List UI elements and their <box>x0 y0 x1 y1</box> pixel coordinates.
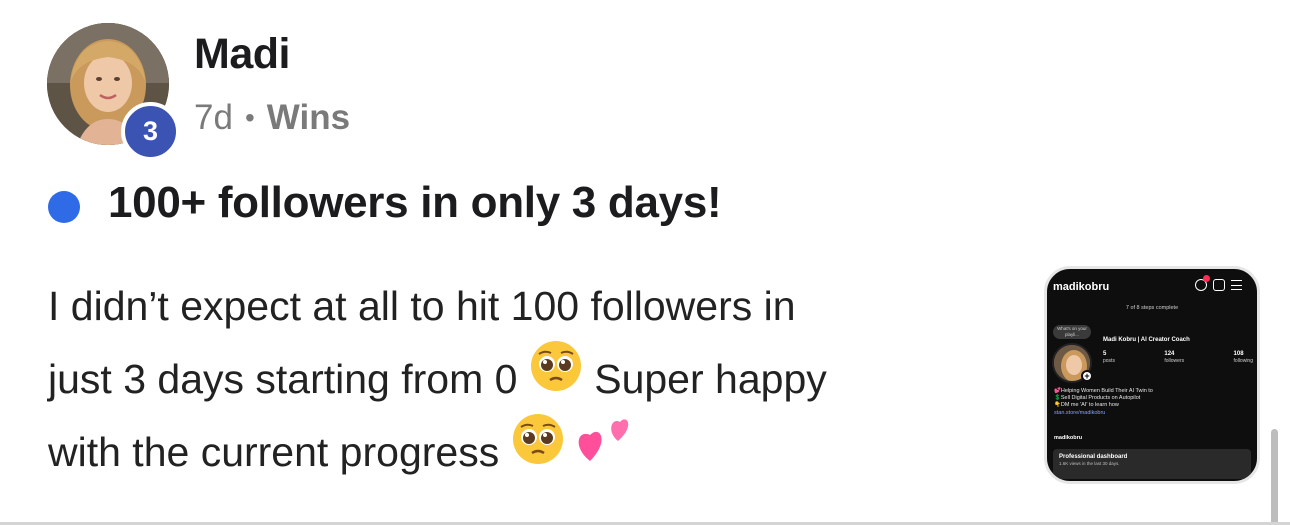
two-hearts-icon <box>576 411 638 490</box>
post-body-line: with the current progress <box>48 413 1008 490</box>
thumb-stats: 5 posts 124 followers 108 following <box>1103 351 1253 364</box>
post-title[interactable]: 100+ followers in only 3 days! <box>108 178 722 228</box>
thumb-stat: 5 posts <box>1103 351 1115 364</box>
attachment-thumbnail[interactable]: madikobru 7 of 8 steps complete What's o… <box>1044 266 1260 484</box>
thumb-username: madikobru <box>1053 281 1110 293</box>
scrollbar[interactable] <box>1271 429 1278 525</box>
thumb-link: stan.store/madikobru <box>1054 409 1106 416</box>
thumb-stat: 124 followers <box>1164 351 1185 364</box>
level-badge: 3 <box>121 102 180 161</box>
post-body-line: just 3 days starting from 0 Super happy <box>48 340 1008 416</box>
add-post-icon <box>1213 279 1225 291</box>
post-age: 7d <box>194 98 233 137</box>
add-story-icon: + <box>1081 370 1093 382</box>
thumb-bio: 💕Helping Women Build Their AI Twin to 💲S… <box>1054 388 1254 417</box>
post-body-text: just 3 days starting from 0 <box>48 356 518 402</box>
meta-separator: • <box>244 102 255 133</box>
author-name[interactable]: Madi <box>194 30 290 79</box>
author-avatar-wrap[interactable]: 3 <box>47 23 180 161</box>
thumb-display-name: Madi Kobru | AI Creator Coach <box>1103 337 1190 343</box>
thumb-note: What's on your playli... <box>1053 325 1091 339</box>
post-meta: 7d • Wins <box>194 98 350 138</box>
post-body-text: with the current progress <box>48 429 500 475</box>
post-body-text: Super happy <box>594 356 827 402</box>
thumb-top-icons <box>1195 275 1242 291</box>
thumb-stat: 108 following <box>1233 351 1253 364</box>
pleading-face-icon <box>529 339 583 416</box>
thumb-dashboard: Professional dashboard 1.6K views in the… <box>1053 449 1251 479</box>
thumb-threads-handle: madikobru <box>1054 435 1083 441</box>
menu-icon <box>1231 280 1242 290</box>
thumb-steps: 7 of 8 steps complete <box>1125 305 1179 311</box>
post-body-line: I didn’t expect at all to hit 100 follow… <box>48 283 796 329</box>
post-body[interactable]: I didn’t expect at all to hit 100 follow… <box>48 270 1008 490</box>
post-category[interactable]: Wins <box>267 98 350 138</box>
threads-icon <box>1195 275 1210 291</box>
unread-indicator-icon <box>48 191 80 223</box>
pleading-face-icon <box>511 412 565 489</box>
